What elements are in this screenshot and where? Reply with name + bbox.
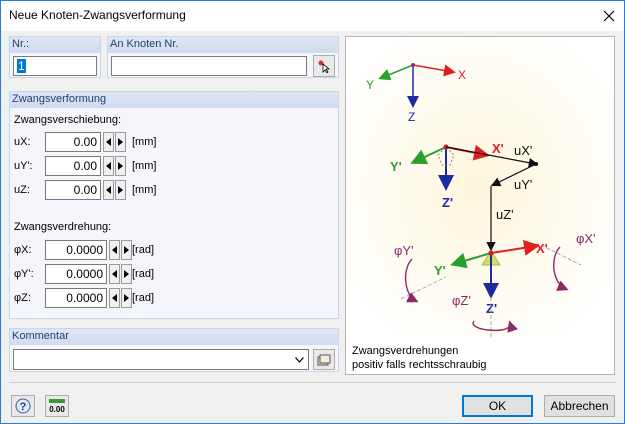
units-button[interactable]: 0.00 <box>45 395 69 417</box>
uz-unit: [mm] <box>132 184 157 196</box>
pick-cursor-icon <box>318 60 331 73</box>
ok-button[interactable]: OK <box>462 395 533 417</box>
phiy-input[interactable]: 0.0000 <box>45 264 107 284</box>
label-y: Y <box>366 78 374 92</box>
left-arrow-icon <box>106 138 111 146</box>
units-icon: 0.00 <box>49 399 65 414</box>
ux-spin-down[interactable] <box>103 132 114 152</box>
phix-label: φX: <box>14 244 32 256</box>
label-zp-1: Z' <box>442 195 453 210</box>
caption-line-1: Zwangsverdrehungen <box>352 345 459 357</box>
an-knoten-group: An Knoten Nr. <box>107 36 339 78</box>
label-ux: uX' <box>514 143 532 158</box>
phix-input[interactable]: 0.0000 <box>45 240 107 260</box>
right-arrow-icon <box>124 294 129 302</box>
label-uz: uZ' <box>496 207 514 222</box>
ux-spin-up[interactable] <box>115 132 126 152</box>
label-phi-z: φZ' <box>452 293 471 308</box>
verdrehung-title: Zwangsverdrehung: <box>14 221 112 233</box>
left-arrow-icon <box>112 294 117 302</box>
help-icon: ? <box>15 398 31 414</box>
cancel-button[interactable]: Abbrechen <box>544 395 615 417</box>
kommentar-library-button[interactable] <box>313 349 335 370</box>
label-phi-x: φX' <box>576 231 596 246</box>
dialog-window: Neue Knoten-Zwangsverformung Nr.: 1 An K… <box>0 0 625 424</box>
label-x: X <box>458 68 466 82</box>
nr-value: 1 <box>17 59 26 73</box>
phiz-input[interactable]: 0.0000 <box>45 288 107 308</box>
kommentar-combobox[interactable] <box>13 349 309 370</box>
axes-diagram: X Y Z X' Y' Z' uX' uY' uZ' X' Y' Z' φY' … <box>346 37 614 339</box>
right-arrow-icon <box>118 186 123 194</box>
close-icon <box>603 10 615 22</box>
uy-spin-down[interactable] <box>103 156 114 176</box>
phiz-label: φZ: <box>14 292 31 304</box>
deformation-figure: X Y Z X' Y' Z' uX' uY' uZ' X' Y' Z' φY' … <box>345 36 615 375</box>
uy-unit: [mm] <box>132 160 157 172</box>
label-xp-2: X' <box>536 241 548 256</box>
chevron-down-icon <box>295 357 304 363</box>
uy-label: uY': <box>14 160 33 172</box>
label-yp-2: Y' <box>434 263 446 278</box>
phix-spin-up[interactable] <box>121 240 132 260</box>
label-zp-2: Z' <box>486 301 497 316</box>
phiy-spin-down[interactable] <box>109 264 120 284</box>
ux-input[interactable]: 0.00 <box>45 132 101 152</box>
an-knoten-label: An Knoten Nr. <box>108 37 338 53</box>
caption-line-2: positiv falls rechtsschraubig <box>352 359 487 371</box>
label-xp-1: X' <box>492 141 504 156</box>
phiz-unit: [rad] <box>132 292 155 304</box>
svg-text:?: ? <box>20 401 27 413</box>
title-bar: Neue Knoten-Zwangsverformung <box>1 1 624 31</box>
ux-unit: [mm] <box>132 136 157 148</box>
ux-label: uX: <box>14 136 31 148</box>
close-button[interactable] <box>594 1 624 31</box>
uz-spin-up[interactable] <box>115 180 126 200</box>
phiy-unit: [rad] <box>132 268 155 280</box>
right-arrow-icon <box>124 270 129 278</box>
kommentar-label: Kommentar <box>10 329 338 345</box>
figure-caption: Zwangsverdrehungen positiv falls rechtss… <box>352 344 487 372</box>
kommentar-group: Kommentar <box>9 328 339 372</box>
phix-spin-down[interactable] <box>109 240 120 260</box>
nr-input[interactable]: 1 <box>13 56 97 76</box>
right-arrow-icon <box>118 162 123 170</box>
left-arrow-icon <box>112 246 117 254</box>
footer-separator <box>9 382 616 383</box>
left-arrow-icon <box>112 270 117 278</box>
library-icon <box>317 354 331 365</box>
uy-input[interactable]: 0.00 <box>45 156 101 176</box>
phiz-spin-up[interactable] <box>121 288 132 308</box>
nr-group: Nr.: 1 <box>9 36 101 78</box>
uz-label: uZ: <box>14 184 30 196</box>
zwangsverformung-group: Zwangsverformung Zwangsverschiebung: uX:… <box>9 91 339 319</box>
uy-spin-up[interactable] <box>115 156 126 176</box>
phiz-spin-down[interactable] <box>109 288 120 308</box>
zwangsverformung-header: Zwangsverformung <box>10 92 338 108</box>
phix-unit: [rad] <box>132 244 155 256</box>
label-uy: uY' <box>514 177 532 192</box>
label-z: Z <box>408 110 415 124</box>
label-yp-1: Y' <box>390 159 402 174</box>
verschiebung-title: Zwangsverschiebung: <box>14 114 122 126</box>
label-phi-y: φY' <box>394 243 414 258</box>
help-button[interactable]: ? <box>11 395 35 417</box>
window-title: Neue Knoten-Zwangsverformung <box>9 8 186 22</box>
left-arrow-icon <box>106 186 111 194</box>
right-arrow-icon <box>118 138 123 146</box>
nr-label: Nr.: <box>10 37 100 53</box>
uz-spin-down[interactable] <box>103 180 114 200</box>
units-icon-text: 0.00 <box>49 405 65 414</box>
phiy-spin-up[interactable] <box>121 264 132 284</box>
uz-input[interactable]: 0.00 <box>45 180 101 200</box>
pick-node-button[interactable] <box>313 55 335 77</box>
phiy-label: φY': <box>14 268 34 280</box>
an-knoten-input[interactable] <box>111 56 307 76</box>
left-arrow-icon <box>106 162 111 170</box>
right-arrow-icon <box>124 246 129 254</box>
